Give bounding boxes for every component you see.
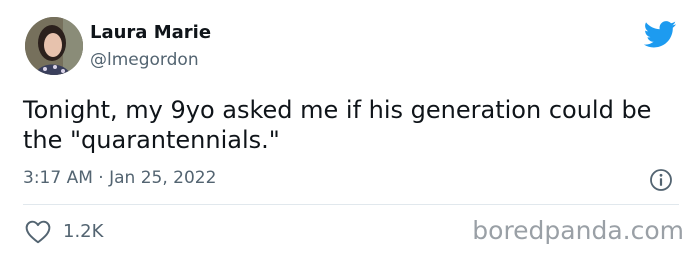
like-count[interactable]: 1.2K	[63, 221, 103, 242]
tweet-text: Tonight, my 9yo asked me if his generati…	[23, 96, 652, 154]
tweet-timestamp[interactable]: 3:17 AM · Jan 25, 2022	[23, 168, 216, 188]
divider	[23, 204, 679, 205]
watermark: boredpanda.com	[472, 216, 684, 245]
info-icon[interactable]	[649, 168, 673, 192]
author-handle[interactable]: @lmegordon	[90, 50, 199, 70]
twitter-bird-icon[interactable]	[644, 21, 677, 48]
heart-icon[interactable]	[25, 220, 51, 244]
profile-photo	[25, 17, 83, 75]
avatar[interactable]	[25, 17, 83, 75]
author-display-name[interactable]: Laura Marie	[90, 22, 211, 43]
